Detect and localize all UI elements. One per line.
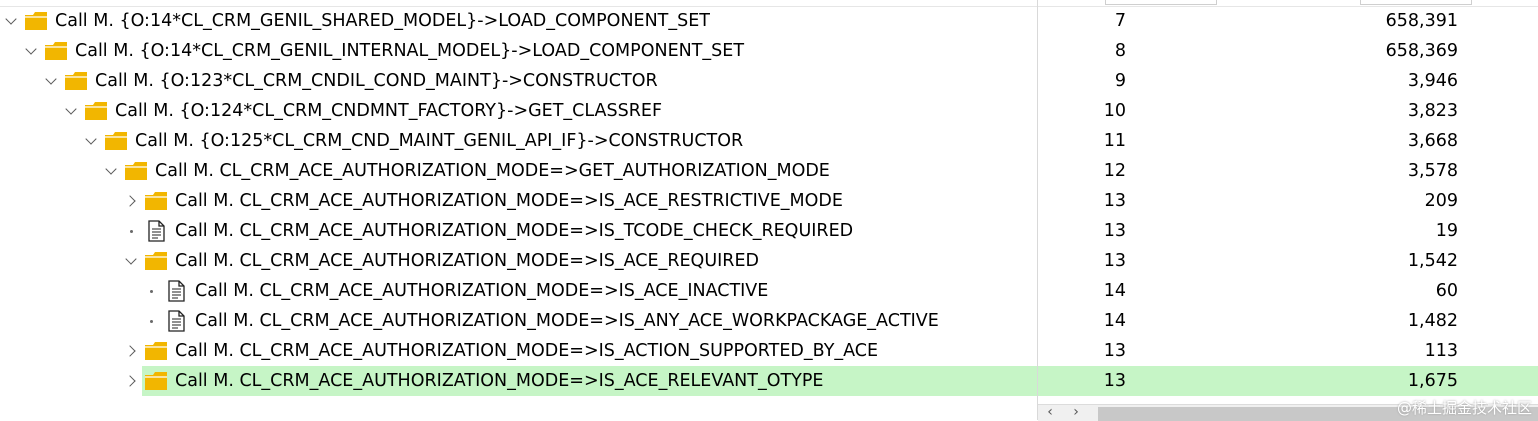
tree-row[interactable]: Call M. {O:124*CL_CRM_CNDMNT_FACTORY}->G…	[0, 96, 1538, 126]
row-level: 12	[1103, 161, 1126, 181]
row-label: Call M. CL_CRM_ACE_AUTHORIZATION_MODE=>I…	[175, 371, 824, 391]
chevron-down-icon[interactable]	[84, 126, 98, 156]
row-label: Call M. CL_CRM_ACE_AUTHORIZATION_MODE=>I…	[195, 311, 939, 331]
tree-row[interactable]: Call M. {O:14*CL_CRM_GENIL_SHARED_MODEL}…	[0, 6, 1538, 36]
row-value: 113	[1424, 341, 1458, 361]
row-value: 209	[1424, 191, 1458, 211]
chevron-down-icon[interactable]	[64, 96, 78, 126]
folder-icon	[145, 192, 167, 210]
tree-row[interactable]: Call M. CL_CRM_ACE_AUTHORIZATION_MODE=>I…	[0, 276, 1538, 306]
folder-icon	[145, 342, 167, 360]
chevron-down-icon[interactable]	[24, 36, 38, 66]
leaf-dot-icon	[144, 306, 158, 336]
folder-icon	[65, 72, 87, 90]
row-value: 658,391	[1385, 11, 1458, 31]
folder-icon	[145, 252, 167, 270]
row-level: 13	[1103, 251, 1126, 271]
tree-row[interactable]: Call M. CL_CRM_ACE_AUTHORIZATION_MODE=>I…	[0, 216, 1538, 246]
leaf-dot-icon	[124, 216, 138, 246]
row-level: 13	[1103, 371, 1126, 391]
row-label: Call M. {O:123*CL_CRM_CNDIL_COND_MAINT}-…	[95, 71, 658, 91]
row-value: 1,482	[1407, 311, 1458, 331]
tree-row[interactable]: Call M. CL_CRM_ACE_AUTHORIZATION_MODE=>I…	[0, 306, 1538, 336]
document-icon	[148, 220, 165, 242]
row-value: 658,369	[1385, 41, 1458, 61]
row-level: 14	[1103, 281, 1126, 301]
row-label: Call M. {O:14*CL_CRM_GENIL_SHARED_MODEL}…	[55, 11, 710, 31]
folder-icon	[145, 372, 167, 390]
folder-icon	[25, 12, 47, 30]
document-icon	[168, 310, 185, 332]
folder-icon	[125, 162, 147, 180]
tree-row-selected[interactable]: Call M. CL_CRM_ACE_AUTHORIZATION_MODE=>I…	[0, 366, 1538, 396]
row-label: Call M. CL_CRM_ACE_AUTHORIZATION_MODE=>G…	[155, 161, 830, 181]
folder-icon	[85, 102, 107, 120]
row-value: 1,675	[1407, 371, 1458, 391]
folder-icon	[45, 42, 67, 60]
document-icon	[168, 280, 185, 302]
row-level: 11	[1103, 131, 1126, 151]
row-level: 8	[1114, 41, 1126, 61]
row-level: 13	[1103, 191, 1126, 211]
chevron-down-icon[interactable]	[4, 6, 18, 36]
row-label: Call M. {O:124*CL_CRM_CNDMNT_FACTORY}->G…	[115, 101, 663, 121]
chevron-right-icon[interactable]	[123, 186, 138, 216]
row-label: Call M. {O:125*CL_CRM_CND_MAINT_GENIL_AP…	[135, 131, 744, 151]
row-label: Call M. CL_CRM_ACE_AUTHORIZATION_MODE=>I…	[175, 251, 759, 271]
scroll-left-icon[interactable]: ‹	[1042, 405, 1058, 421]
tree-row[interactable]: Call M. CL_CRM_ACE_AUTHORIZATION_MODE=>I…	[0, 246, 1538, 276]
row-level: 7	[1114, 11, 1126, 31]
column-divider[interactable]	[1037, 0, 1038, 420]
tree-row[interactable]: Call M. CL_CRM_ACE_AUTHORIZATION_MODE=>I…	[0, 336, 1538, 366]
tree-row[interactable]: Call M. CL_CRM_ACE_AUTHORIZATION_MODE=>I…	[0, 186, 1538, 216]
header-cell-edge	[1360, 0, 1472, 5]
tree-row[interactable]: Call M. {O:123*CL_CRM_CNDIL_COND_MAINT}-…	[0, 66, 1538, 96]
row-value: 3,668	[1407, 131, 1458, 151]
chevron-right-icon[interactable]	[123, 366, 138, 396]
leaf-dot-icon	[144, 276, 158, 306]
row-value: 3,578	[1407, 161, 1458, 181]
chevron-right-icon[interactable]	[123, 336, 138, 366]
row-label: Call M. CL_CRM_ACE_AUTHORIZATION_MODE=>I…	[175, 221, 854, 241]
scroll-right-icon[interactable]: ›	[1068, 405, 1084, 421]
folder-icon	[105, 132, 127, 150]
watermark: @稀土掘金技术社区	[1396, 399, 1532, 417]
row-label: Call M. {O:14*CL_CRM_GENIL_INTERNAL_MODE…	[75, 41, 745, 61]
tree-row[interactable]: Call M. CL_CRM_ACE_AUTHORIZATION_MODE=>G…	[0, 156, 1538, 186]
chevron-down-icon[interactable]	[44, 66, 58, 96]
row-level: 13	[1103, 221, 1126, 241]
row-level: 10	[1103, 101, 1126, 121]
row-label: Call M. CL_CRM_ACE_AUTHORIZATION_MODE=>I…	[195, 281, 769, 301]
row-value: 19	[1435, 221, 1458, 241]
tree-row[interactable]: Call M. {O:14*CL_CRM_GENIL_INTERNAL_MODE…	[0, 36, 1538, 66]
header-cell-edge	[1105, 0, 1217, 5]
tree-row[interactable]: Call M. {O:125*CL_CRM_CND_MAINT_GENIL_AP…	[0, 126, 1538, 156]
row-value: 60	[1435, 281, 1458, 301]
row-value: 3,946	[1407, 71, 1458, 91]
chevron-down-icon[interactable]	[124, 246, 138, 276]
row-level: 14	[1103, 311, 1126, 331]
row-value: 3,823	[1407, 101, 1458, 121]
row-label: Call M. CL_CRM_ACE_AUTHORIZATION_MODE=>I…	[175, 341, 879, 361]
row-label: Call M. CL_CRM_ACE_AUTHORIZATION_MODE=>I…	[175, 191, 843, 211]
chevron-down-icon[interactable]	[104, 156, 118, 186]
row-level: 9	[1114, 71, 1126, 91]
row-level: 13	[1103, 341, 1126, 361]
row-value: 1,542	[1407, 251, 1458, 271]
